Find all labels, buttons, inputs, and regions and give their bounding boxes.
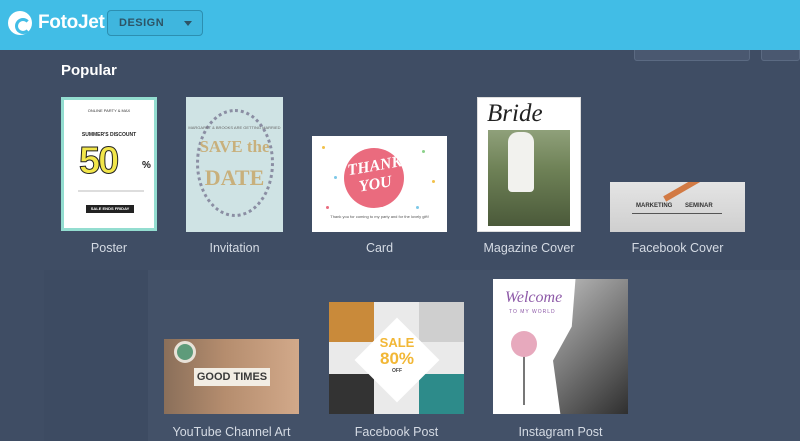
fbcover-thumb-left: MARKETING [636, 203, 673, 209]
fbpost-thumb-number: 80% [379, 349, 415, 368]
template-label-facebook-post[interactable]: Facebook Post [329, 425, 464, 439]
invitation-thumb-save: SAVE the [199, 137, 270, 156]
mode-select[interactable]: DESIGN [107, 10, 203, 36]
template-label-facebook-cover[interactable]: Facebook Cover [610, 241, 745, 255]
confetti-dot [334, 176, 337, 179]
confetti-dot [432, 180, 435, 183]
fbcover-thumb-rule [632, 213, 722, 214]
pen-image [663, 182, 701, 202]
template-label-youtube-channel-art[interactable]: YouTube Channel Art [160, 425, 303, 439]
hidden-toolbar-button-2[interactable] [761, 50, 800, 61]
confetti-dot [422, 150, 425, 153]
template-label-instagram-post[interactable]: Instagram Post [493, 425, 628, 439]
magazine-thumb-title: Bride [487, 100, 543, 127]
facebook-post-thumbnail[interactable]: SALE 80% OFF [329, 302, 464, 414]
template-label-poster[interactable]: Poster [61, 241, 157, 255]
template-label-invitation[interactable]: Invitation [186, 241, 283, 255]
flower-image [511, 331, 537, 357]
poster-thumb-line [78, 190, 144, 192]
confetti-dot [326, 206, 329, 209]
shoe-photo-tile [329, 374, 374, 414]
section-title: Popular [61, 62, 117, 79]
chevron-down-icon [184, 21, 192, 26]
poster-thumb-big: 50 [78, 140, 119, 183]
flower-stem [523, 355, 525, 405]
template-label-magazine-cover[interactable]: Magazine Cover [470, 241, 588, 255]
confetti-dot [322, 146, 325, 149]
magazine-photo-subject [508, 132, 534, 192]
youtube-channel-art-thumbnail[interactable]: GOOD TIMES [164, 339, 299, 414]
template-label-card[interactable]: Card [312, 241, 447, 255]
youtube-thumb-text: GOOD TIMES [196, 371, 268, 383]
app-name: FotoJet [38, 12, 105, 33]
fbpost-thumb-sale: SALE [379, 335, 415, 350]
hidden-toolbar-button[interactable] [634, 50, 750, 61]
card-thumbnail[interactable]: THANK YOU Thank you for coming to my par… [312, 136, 447, 232]
magazine-cover-thumbnail[interactable]: Bride [477, 97, 581, 232]
confetti-dot [416, 206, 419, 209]
fbpost-thumb-off: OFF [392, 368, 402, 374]
app-logo[interactable]: FotoJet [8, 11, 105, 35]
fotojet-logo-icon [8, 11, 32, 35]
poster-thumb-sale: SALE ENDS FRIDAY [86, 205, 134, 213]
invitation-thumb-names: MARGARET & BROOKS ARE GETTING MARRIED [188, 125, 281, 130]
invitation-thumb-date: DATE [204, 165, 265, 190]
poster-thumb-top: ONLINE PARTY & MAX [87, 108, 131, 113]
poster-thumb-pct: % [142, 160, 151, 171]
coffee-cup-image [174, 341, 196, 363]
card-thumb-message: Thank you for coming to my party and for… [330, 214, 429, 219]
top-bar: FotoJet DESIGN [0, 0, 800, 50]
instagram-post-thumbnail[interactable]: Welcome TO MY WORLD [493, 279, 628, 414]
portrait-image [553, 279, 628, 414]
fbcover-thumb-right: SEMINAR [685, 203, 713, 209]
instagram-thumb-welcome: Welcome [505, 289, 563, 306]
facebook-cover-thumbnail[interactable]: MARKETING SEMINAR [610, 182, 745, 232]
invitation-thumbnail[interactable]: MARGARET & BROOKS ARE GETTING MARRIED SA… [186, 97, 283, 232]
shoe-photo-tile [419, 374, 464, 414]
poster-thumbnail[interactable]: ONLINE PARTY & MAX SUMMER'S DISCOUNT 50 … [61, 97, 157, 231]
poster-thumb-head: SUMMER'S DISCOUNT [81, 132, 137, 138]
mode-select-value: DESIGN [119, 17, 165, 29]
instagram-thumb-sub: TO MY WORLD [509, 309, 556, 315]
